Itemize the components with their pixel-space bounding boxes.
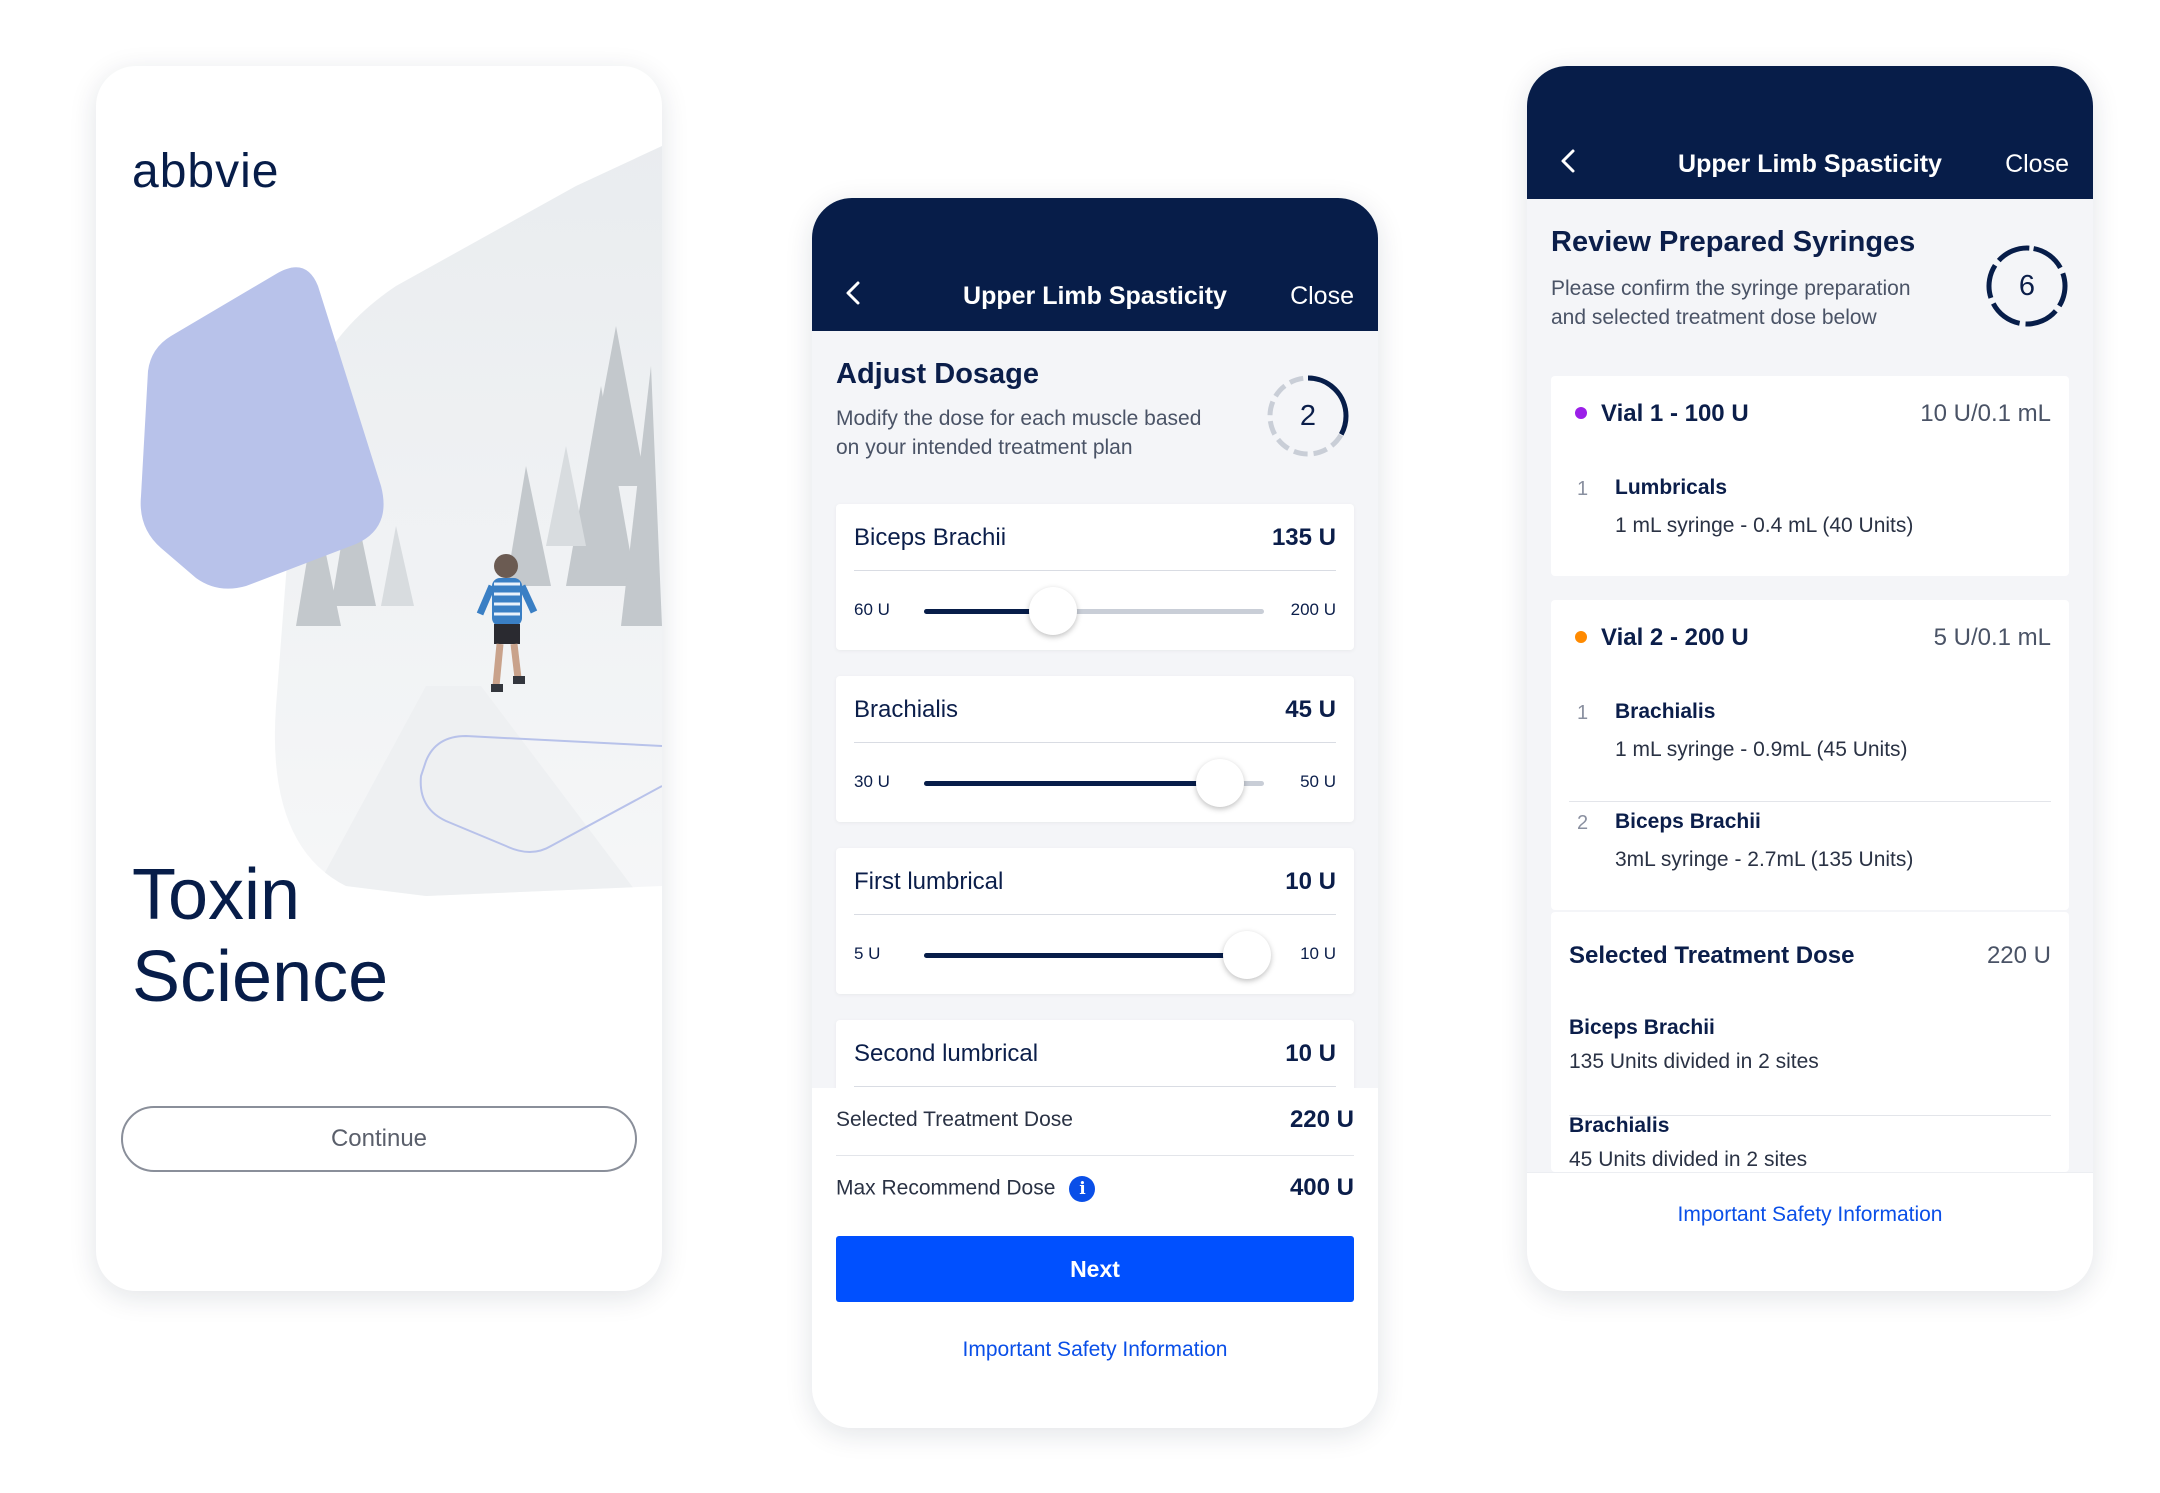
treatment-detail: 45 Units divided in 2 sites [1569, 1148, 1808, 1171]
section-title: Adjust Dosage [836, 358, 1040, 390]
vial-title-wrap: Vial 2 - 200 U [1575, 624, 1749, 652]
muscle-card: Brachialis 45 U 30 U 50 U [836, 676, 1354, 822]
treatment-detail: 135 Units divided in 2 sites [1569, 1050, 1819, 1073]
treatment-title: Selected Treatment Dose [1569, 942, 1855, 969]
syringe-index: 1 [1577, 702, 1589, 724]
description-line: Please confirm the syringe preparation [1551, 277, 1911, 300]
treatment-item: Biceps Brachii 135 Units divided in 2 si… [1569, 1016, 2051, 1116]
muscle-card: First lumbrical 10 U 5 U 10 U [836, 848, 1354, 994]
review-syringes-screen: Upper Limb Spasticity Close Review Prepa… [1527, 66, 2093, 1291]
muscle-name: Brachialis [854, 696, 959, 723]
syringe-row: 2 Biceps Brachii 3mL syringe - 2.7mL (135 … [1569, 802, 2051, 912]
syringe-detail: 3mL syringe - 2.7mL (135 Units) [1615, 848, 1914, 871]
nav-header: Upper Limb Spasticity Close [1527, 66, 2093, 199]
max-dose-label-wrap: Max Recommend Dose i [836, 1176, 1096, 1202]
next-button[interactable]: Next [836, 1236, 1354, 1302]
treatment-item: Brachialis 45 Units divided in 2 sites [1569, 1114, 2051, 1172]
step-number: 2 [1299, 399, 1317, 432]
selected-dose-label: Selected Treatment Dose [836, 1108, 1073, 1131]
vial-card: Vial 2 - 200 U 5 U/0.1 mL 1 Brachialis 1 mL … [1551, 600, 2069, 910]
dose-summary-footer: Selected Treatment Dose 220 U Max Recomm… [812, 1088, 1378, 1428]
slider-max-label: 10 U [1300, 944, 1336, 963]
max-dose-label: Max Recommend Dose [836, 1176, 1056, 1200]
section-title: Review Prepared Syringes [1551, 226, 1916, 258]
title-line-1: Toxin [132, 855, 301, 935]
divider [854, 914, 1336, 915]
muscle-dose-value: 10 U [1285, 868, 1336, 895]
muscle-dose-value: 45 U [1285, 696, 1336, 723]
divider [854, 742, 1336, 743]
vial-title-wrap: Vial 1 - 100 U [1575, 400, 1749, 428]
close-button[interactable]: Close [2005, 150, 2069, 179]
divider [854, 570, 1336, 571]
lavender-shape [140, 267, 384, 589]
hero-illustration [140, 146, 662, 896]
divider [854, 1086, 1336, 1087]
vial-concentration: 5 U/0.1 mL [1933, 624, 2051, 651]
review-footer: Important Safety Information [1527, 1172, 2093, 1291]
abbvie-logo: abbvie [132, 145, 280, 198]
dose-slider[interactable] [924, 931, 1271, 979]
slider-max-label: 50 U [1300, 772, 1336, 791]
slider-thumb[interactable] [1223, 931, 1271, 979]
slider-min-label: 30 U [854, 772, 890, 791]
title-line-2: Science [132, 937, 389, 1017]
step-progress-ring: 2 [1264, 372, 1352, 460]
syringe-muscle: Lumbricals [1615, 476, 1728, 499]
app-title: Toxin Science [132, 854, 388, 1018]
syringe-index: 2 [1577, 812, 1589, 834]
continue-button[interactable]: Continue [121, 1106, 637, 1172]
syringe-detail: 1 mL syringe - 0.4 mL (40 Units) [1615, 514, 1914, 537]
vial-concentration: 10 U/0.1 mL [1920, 400, 2051, 427]
muscle-card: Biceps Brachii 135 U 60 U 200 U [836, 504, 1354, 650]
step-progress-ring: 6 [1983, 242, 2071, 330]
slider-fill [924, 781, 1220, 786]
slider-thumb[interactable] [1029, 587, 1078, 635]
adjust-dosage-screen: Upper Limb Spasticity Close Adjust Dosag… [812, 198, 1378, 1428]
dose-slider[interactable] [924, 587, 1264, 635]
section-description: Please confirm the syringe preparation a… [1551, 274, 1911, 332]
section-description: Modify the dose for each muscle based on… [836, 404, 1201, 462]
slider-min-label: 60 U [854, 600, 890, 619]
description-line: Modify the dose for each muscle based [836, 407, 1202, 430]
slider-fill [924, 953, 1247, 958]
safety-info-link[interactable]: Important Safety Information [1527, 1203, 2093, 1227]
syringe-row: 1 Lumbricals 1 mL syringe - 0.4 mL (40 Uni… [1569, 468, 2051, 578]
slider-max-label: 200 U [1290, 600, 1336, 619]
selected-dose-row: Selected Treatment Dose 220 U [836, 1088, 1354, 1156]
close-button[interactable]: Close [1290, 282, 1354, 311]
treatment-muscle: Biceps Brachii [1569, 1016, 1715, 1039]
muscle-name: Second lumbrical [854, 1040, 1039, 1067]
splash-screen: abbvie Toxin Science Continue [96, 66, 662, 1291]
syringe-muscle: Biceps Brachii [1615, 810, 1761, 833]
muscle-name: First lumbrical [854, 868, 1004, 895]
slider-min-label: 5 U [854, 944, 881, 963]
syringe-detail: 1 mL syringe - 0.9mL (45 Units) [1615, 738, 1908, 761]
max-dose-value: 400 U [1289, 1174, 1354, 1201]
vial-card: Vial 1 - 100 U 10 U/0.1 mL 1 Lumbricals 1 mL… [1551, 376, 2069, 576]
vial-title: Vial 2 - 200 U [1601, 624, 1749, 651]
treatment-muscle: Brachialis [1569, 1114, 1670, 1137]
syringe-row: 1 Brachialis 1 mL syringe - 0.9mL (45 Unit… [1569, 692, 2051, 802]
max-dose-row: Max Recommend Dose i 400 U [836, 1156, 1354, 1224]
vial-color-dot [1575, 630, 1587, 643]
muscle-dose-value: 135 U [1271, 524, 1336, 551]
treatment-value: 220 U [1986, 942, 2051, 969]
description-line: on your intended treatment plan [836, 436, 1133, 459]
syringe-muscle: Brachialis [1615, 700, 1716, 723]
syringe-index: 1 [1577, 478, 1589, 500]
treatment-summary-card: Selected Treatment Dose 220 U Biceps Bra… [1551, 912, 2069, 1172]
description-line: and selected treatment dose below [1551, 306, 1877, 329]
step-number: 6 [2018, 269, 2036, 302]
nav-header: Upper Limb Spasticity Close [812, 198, 1378, 331]
vial-color-dot [1575, 406, 1587, 419]
info-icon[interactable]: i [1069, 1176, 1096, 1202]
safety-info-link[interactable]: Important Safety Information [812, 1338, 1378, 1362]
dose-slider[interactable] [924, 759, 1264, 807]
slider-thumb[interactable] [1195, 759, 1244, 807]
muscle-name: Biceps Brachii [854, 524, 1007, 551]
muscle-dose-value: 10 U [1285, 1040, 1336, 1067]
vial-title: Vial 1 - 100 U [1601, 400, 1749, 427]
selected-dose-value: 220 U [1289, 1106, 1354, 1133]
